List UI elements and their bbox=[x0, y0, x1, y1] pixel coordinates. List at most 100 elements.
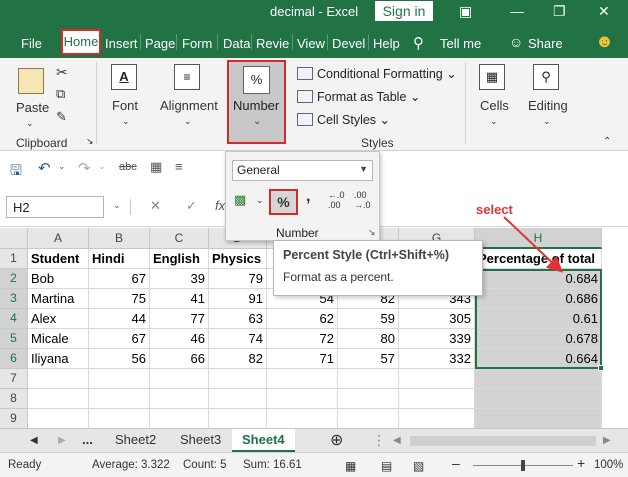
cell-a7[interactable] bbox=[28, 369, 89, 389]
decrease-decimal-button[interactable]: .00 →.0 bbox=[354, 190, 376, 210]
cell-b3[interactable]: 75 bbox=[89, 289, 150, 309]
cells-button-label[interactable]: Cells bbox=[480, 98, 509, 113]
row-header-7[interactable]: 7 bbox=[0, 369, 28, 389]
cell-a8[interactable] bbox=[28, 389, 89, 409]
column-header-b[interactable]: B bbox=[89, 228, 150, 249]
cell-g9[interactable] bbox=[399, 409, 475, 429]
share-button[interactable]: Share bbox=[528, 36, 563, 51]
cell-h9[interactable] bbox=[475, 409, 602, 429]
cell-g4[interactable]: 305 bbox=[399, 309, 475, 329]
cell-a6[interactable]: Iliyana bbox=[28, 349, 89, 369]
cell-b5[interactable]: 67 bbox=[89, 329, 150, 349]
cell-c4[interactable]: 77 bbox=[150, 309, 209, 329]
copy-icon[interactable]: ⧉ bbox=[56, 86, 65, 102]
cancel-icon[interactable]: ✕ bbox=[150, 198, 161, 214]
split-handle-icon[interactable]: ⋮ bbox=[372, 432, 386, 449]
sheet-tab-sheet2[interactable]: Sheet2 bbox=[115, 432, 156, 447]
cell-f4[interactable]: 59 bbox=[338, 309, 399, 329]
chevron-down-icon[interactable]: ⌄ bbox=[543, 116, 551, 127]
row-header-5[interactable]: 5 bbox=[0, 329, 28, 349]
cell-a5[interactable]: Micale bbox=[28, 329, 89, 349]
chevron-down-icon[interactable]: ⌄ bbox=[256, 195, 264, 206]
scroll-left-icon[interactable]: ◀ bbox=[30, 435, 38, 446]
tab-home[interactable]: Home bbox=[61, 29, 101, 55]
tab-view[interactable]: View bbox=[297, 36, 325, 51]
row-header-6[interactable]: 6 bbox=[0, 349, 28, 369]
tab-developer[interactable]: Devel bbox=[332, 36, 365, 51]
editing-button-label[interactable]: Editing bbox=[528, 98, 568, 113]
insert-function-button[interactable]: fx bbox=[215, 198, 225, 213]
cell-d9[interactable] bbox=[209, 409, 267, 429]
cell-c2[interactable]: 39 bbox=[150, 269, 209, 289]
zoom-out-icon[interactable]: – bbox=[452, 455, 460, 471]
cell-f7[interactable] bbox=[338, 369, 399, 389]
cell-h8[interactable] bbox=[475, 389, 602, 409]
cell-e6[interactable]: 71 bbox=[267, 349, 338, 369]
row-header-4[interactable]: 4 bbox=[0, 309, 28, 329]
cell-d2[interactable]: 79 bbox=[209, 269, 267, 289]
dialog-launcher-icon[interactable]: ↘ bbox=[86, 136, 94, 147]
cell-d8[interactable] bbox=[209, 389, 267, 409]
cell-e8[interactable] bbox=[267, 389, 338, 409]
cell-c7[interactable] bbox=[150, 369, 209, 389]
cell-a4[interactable]: Alex bbox=[28, 309, 89, 329]
cell-g7[interactable] bbox=[399, 369, 475, 389]
sign-in-button[interactable]: Sign in bbox=[375, 1, 433, 21]
cell-c5[interactable]: 46 bbox=[150, 329, 209, 349]
font-button-label[interactable]: Font bbox=[112, 98, 138, 113]
strikethrough-button[interactable]: abc bbox=[119, 161, 137, 173]
undo-icon[interactable]: ↶ bbox=[38, 159, 51, 177]
tab-help[interactable]: Help bbox=[373, 36, 400, 51]
chevron-down-icon[interactable]: ⌄ bbox=[490, 116, 498, 127]
conditional-formatting-button[interactable]: Conditional Formatting ⌄ bbox=[297, 66, 457, 81]
cells-icon[interactable]: ▦ bbox=[479, 64, 505, 90]
lightbulb-icon[interactable]: ⚲ bbox=[413, 34, 424, 52]
zoom-level[interactable]: 100% bbox=[594, 459, 623, 471]
minimize-icon[interactable]: — bbox=[510, 3, 524, 19]
cell-f8[interactable] bbox=[338, 389, 399, 409]
cell-c3[interactable]: 41 bbox=[150, 289, 209, 309]
format-as-table-button[interactable]: Format as Table ⌄ bbox=[297, 89, 420, 104]
chevron-down-icon[interactable]: ⌄ bbox=[58, 161, 66, 172]
zoom-in-icon[interactable]: + bbox=[577, 455, 585, 471]
person-icon[interactable]: ☺ bbox=[509, 34, 523, 50]
cell-c9[interactable] bbox=[150, 409, 209, 429]
hscroll-right-icon[interactable]: ▶ bbox=[603, 435, 611, 446]
cell-e5[interactable]: 72 bbox=[267, 329, 338, 349]
cut-icon[interactable]: ✂ bbox=[56, 64, 68, 81]
cell-c8[interactable] bbox=[150, 389, 209, 409]
normal-view-icon[interactable]: ▦ bbox=[345, 459, 356, 473]
increase-decimal-button[interactable]: ←.0 .00 bbox=[328, 190, 350, 210]
chevron-down-icon[interactable]: ⌄ bbox=[98, 161, 106, 172]
cell-e9[interactable] bbox=[267, 409, 338, 429]
scroll-right-icon[interactable]: ▶ bbox=[58, 435, 66, 446]
cell-b2[interactable]: 67 bbox=[89, 269, 150, 289]
alignment-icon[interactable]: ≡ bbox=[174, 64, 200, 90]
cell-g6[interactable]: 332 bbox=[399, 349, 475, 369]
cell-h7[interactable] bbox=[475, 369, 602, 389]
cell-b9[interactable] bbox=[89, 409, 150, 429]
editing-search-icon[interactable]: ⚲ bbox=[533, 64, 559, 90]
cell-styles-button[interactable]: Cell Styles ⌄ bbox=[297, 112, 390, 127]
cell-d4[interactable]: 63 bbox=[209, 309, 267, 329]
sheet-tab-sheet4[interactable]: Sheet4 bbox=[232, 429, 295, 453]
redo-icon[interactable]: ↷ bbox=[78, 159, 91, 177]
comma-style-button[interactable]: , bbox=[306, 188, 310, 206]
cell-e4[interactable]: 62 bbox=[267, 309, 338, 329]
column-header-a[interactable]: A bbox=[28, 228, 89, 249]
name-box[interactable]: H2 bbox=[6, 196, 104, 218]
cell-b7[interactable] bbox=[89, 369, 150, 389]
tab-review[interactable]: Revie bbox=[256, 36, 289, 51]
cell-d1[interactable]: Physics bbox=[209, 249, 267, 269]
restore-icon[interactable]: ❐ bbox=[553, 3, 566, 20]
tab-insert[interactable]: Insert bbox=[105, 36, 138, 51]
number-format-button[interactable]: % Number ⌄ bbox=[227, 60, 286, 144]
cell-g5[interactable]: 339 bbox=[399, 329, 475, 349]
paste-icon[interactable] bbox=[18, 68, 44, 94]
chevron-down-icon[interactable]: ⌄ bbox=[113, 200, 121, 211]
horizontal-scrollbar[interactable] bbox=[410, 436, 596, 446]
cell-d6[interactable]: 82 bbox=[209, 349, 267, 369]
cell-f5[interactable]: 80 bbox=[338, 329, 399, 349]
cell-b1[interactable]: Hindi bbox=[89, 249, 150, 269]
close-icon[interactable]: ✕ bbox=[598, 3, 610, 20]
